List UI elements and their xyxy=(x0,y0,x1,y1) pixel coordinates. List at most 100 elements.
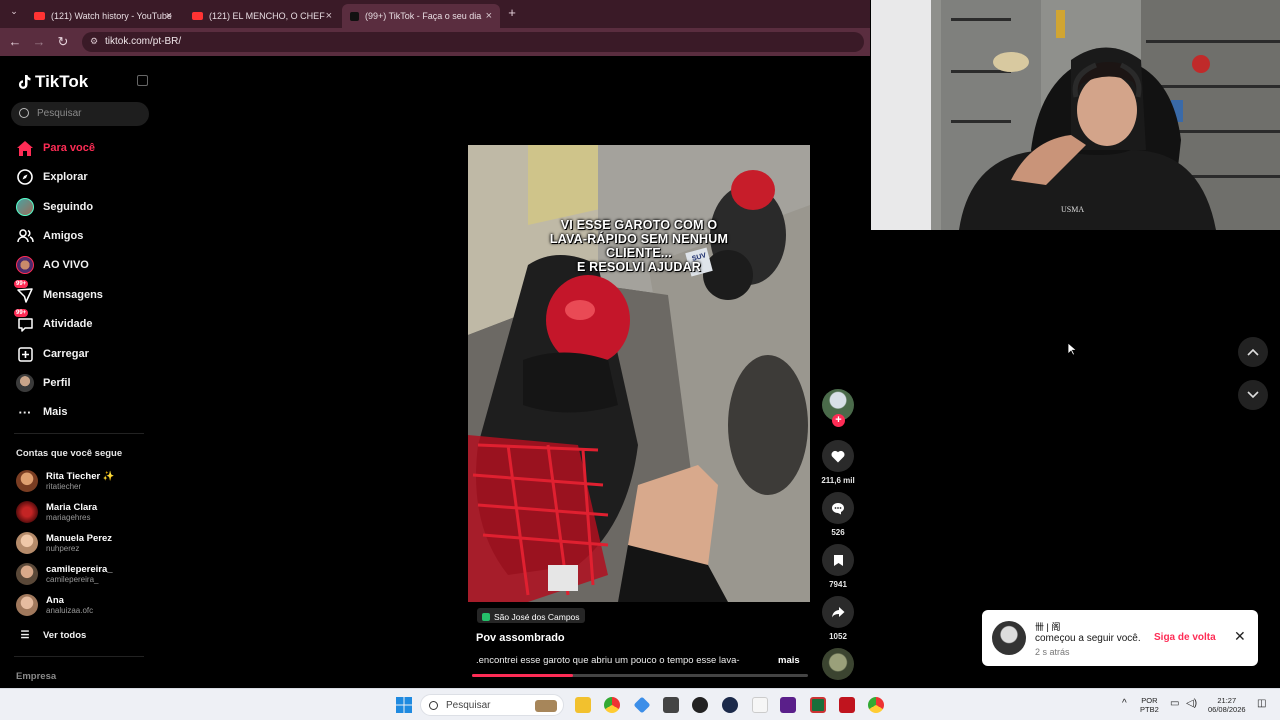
notification-bell-icon[interactable]: ◫ xyxy=(1257,699,1266,709)
sound-disc-icon[interactable] xyxy=(822,648,854,680)
like-button[interactable] xyxy=(822,440,854,472)
close-tab-icon[interactable]: × xyxy=(486,10,492,22)
video-player[interactable]: VI ESSE GAROTO COM O LAVA-RÁPIDO SEM NEN… xyxy=(468,145,810,602)
heart-icon xyxy=(831,450,845,462)
messages-icon: 99+ xyxy=(14,280,34,304)
location-pin-icon xyxy=(482,612,490,621)
nav-mais[interactable]: ··· Mais xyxy=(16,402,68,422)
follow-notification: 卌 | 阁 começou a seguir você. 2 s atrás S… xyxy=(982,610,1258,666)
divider xyxy=(14,656,144,657)
chrome-icon[interactable] xyxy=(604,697,620,713)
site-info-icon[interactable]: ⚙ xyxy=(90,36,98,47)
reload-icon[interactable]: ↻ xyxy=(55,34,71,50)
obs-icon[interactable] xyxy=(692,697,708,713)
avatar[interactable] xyxy=(992,621,1026,655)
tab-youtube-history[interactable]: (121) Watch history - YouTube × xyxy=(26,4,180,28)
taskbar-search[interactable]: Pesquisar xyxy=(420,694,564,716)
next-app-icon[interactable] xyxy=(780,697,796,713)
app-icon[interactable] xyxy=(663,697,679,713)
nav-label: Para você xyxy=(43,142,95,154)
tiktok-note-icon xyxy=(18,75,31,89)
comment-count: 526 xyxy=(831,528,845,537)
nav-para-voce[interactable]: Para você xyxy=(16,138,95,158)
avatar xyxy=(16,563,38,585)
video-progress-bar[interactable] xyxy=(472,674,808,677)
live-icon xyxy=(16,256,34,274)
see-all-button[interactable]: ☰ Ver todos xyxy=(16,625,87,645)
video-frame xyxy=(468,145,810,602)
more-button[interactable]: mais xyxy=(778,655,800,666)
search-icon xyxy=(19,108,29,118)
account-handle: mariagehres xyxy=(46,513,91,522)
comment-button[interactable] xyxy=(822,492,854,524)
hoodie-logo: USMA xyxy=(1061,205,1084,214)
search-icon xyxy=(429,701,438,710)
nav-mensagens[interactable]: 99+ Mensagens xyxy=(14,280,103,305)
nav-carregar[interactable]: Carregar xyxy=(16,344,89,364)
collapse-sidebar-icon[interactable] xyxy=(137,75,148,86)
nav-atividade[interactable]: 99+ Atividade xyxy=(14,309,93,334)
chrome-icon[interactable] xyxy=(868,697,884,713)
close-icon[interactable]: ✕ xyxy=(1234,628,1246,645)
app-icon[interactable] xyxy=(752,697,768,713)
location-label: São José dos Campos xyxy=(494,611,580,622)
nav-ao-vivo[interactable]: AO VIVO xyxy=(16,255,89,275)
app-icon[interactable] xyxy=(722,697,738,713)
overlay-line: LAVA-RÁPIDO SEM NENHUM xyxy=(549,232,729,246)
clock[interactable]: 21:27 06/08/2026 xyxy=(1208,696,1246,714)
mouse-cursor-icon xyxy=(1067,342,1077,356)
activity-badge: 99+ xyxy=(14,309,29,317)
video-description: .encontrei esse garoto que abriu um pouc… xyxy=(476,655,740,666)
following-avatar-icon xyxy=(16,198,34,216)
following-account[interactable]: Ana analuizaa.ofc xyxy=(16,592,93,618)
previous-video-button[interactable] xyxy=(1238,337,1268,367)
time: 21:27 xyxy=(1217,696,1237,705)
save-button[interactable] xyxy=(822,544,854,576)
following-account[interactable]: Maria Clara mariagehres xyxy=(16,499,97,525)
nav-amigos[interactable]: Amigos xyxy=(16,226,83,246)
following-section-title: Contas que você segue xyxy=(16,448,123,459)
activity-icon: 99+ xyxy=(14,309,34,333)
close-tab-icon[interactable]: × xyxy=(326,10,332,22)
following-account[interactable]: Manuela Perez nuhperez xyxy=(16,530,112,556)
nav-label: Explorar xyxy=(43,171,88,183)
footer-empresa[interactable]: Empresa xyxy=(16,671,56,682)
address-bar[interactable]: ⚙ tiktok.com/pt-BR/ xyxy=(82,32,864,52)
forward-icon[interactable]: → xyxy=(31,34,47,49)
follow-plus-icon[interactable]: + xyxy=(832,414,845,427)
nav-explorar[interactable]: Explorar xyxy=(16,167,88,187)
search-placeholder: Pesquisar xyxy=(37,108,82,119)
follow-back-button[interactable]: Siga de volta xyxy=(1154,632,1216,643)
messages-badge: 99+ xyxy=(14,280,29,288)
windows-start-icon[interactable] xyxy=(396,697,412,713)
next-video-button[interactable] xyxy=(1238,380,1268,410)
new-tab-button[interactable]: + xyxy=(504,5,520,20)
back-icon[interactable]: ← xyxy=(7,34,23,49)
date: 06/08/2026 xyxy=(1208,705,1246,714)
browser-toolbar: ← → ↻ ⚙ tiktok.com/pt-BR/ xyxy=(0,28,870,56)
app-icon[interactable] xyxy=(633,696,651,714)
see-all-label: Ver todos xyxy=(43,629,87,641)
app-icon[interactable] xyxy=(810,697,826,713)
file-explorer-icon[interactable] xyxy=(575,697,591,713)
app-icon[interactable] xyxy=(839,697,855,713)
network-icon[interactable]: ▭ xyxy=(1170,699,1179,709)
language-indicator[interactable]: POR PTB2 xyxy=(1140,696,1159,714)
following-account[interactable]: camilepereira_ camilepereira_ xyxy=(16,561,113,587)
nav-perfil[interactable]: Perfil xyxy=(16,373,71,393)
tab-tiktok[interactable]: (99+) TikTok - Faça o seu dia × xyxy=(342,4,500,28)
tab-list-icon[interactable]: ⌄ xyxy=(6,6,22,17)
volume-icon[interactable]: ◁) xyxy=(1186,699,1197,709)
following-account[interactable]: Rita Tiecher ✨ ritatiecher xyxy=(16,468,115,494)
location-tag[interactable]: São José dos Campos xyxy=(477,608,585,623)
search-input[interactable]: Pesquisar xyxy=(11,102,149,126)
close-tab-icon[interactable]: × xyxy=(166,10,172,22)
share-button[interactable] xyxy=(822,596,854,628)
nav-seguindo[interactable]: Seguindo xyxy=(16,197,93,217)
tray-overflow-icon[interactable]: ^ xyxy=(1122,699,1127,709)
nav-label: Mais xyxy=(43,406,68,418)
tab-youtube-video[interactable]: (121) EL MENCHO, O CHEFE DE × xyxy=(184,4,340,28)
tiktok-logo[interactable]: TikTok xyxy=(16,72,88,92)
tiktok-icon xyxy=(350,11,359,21)
account-handle: camilepereira_ xyxy=(46,575,99,584)
